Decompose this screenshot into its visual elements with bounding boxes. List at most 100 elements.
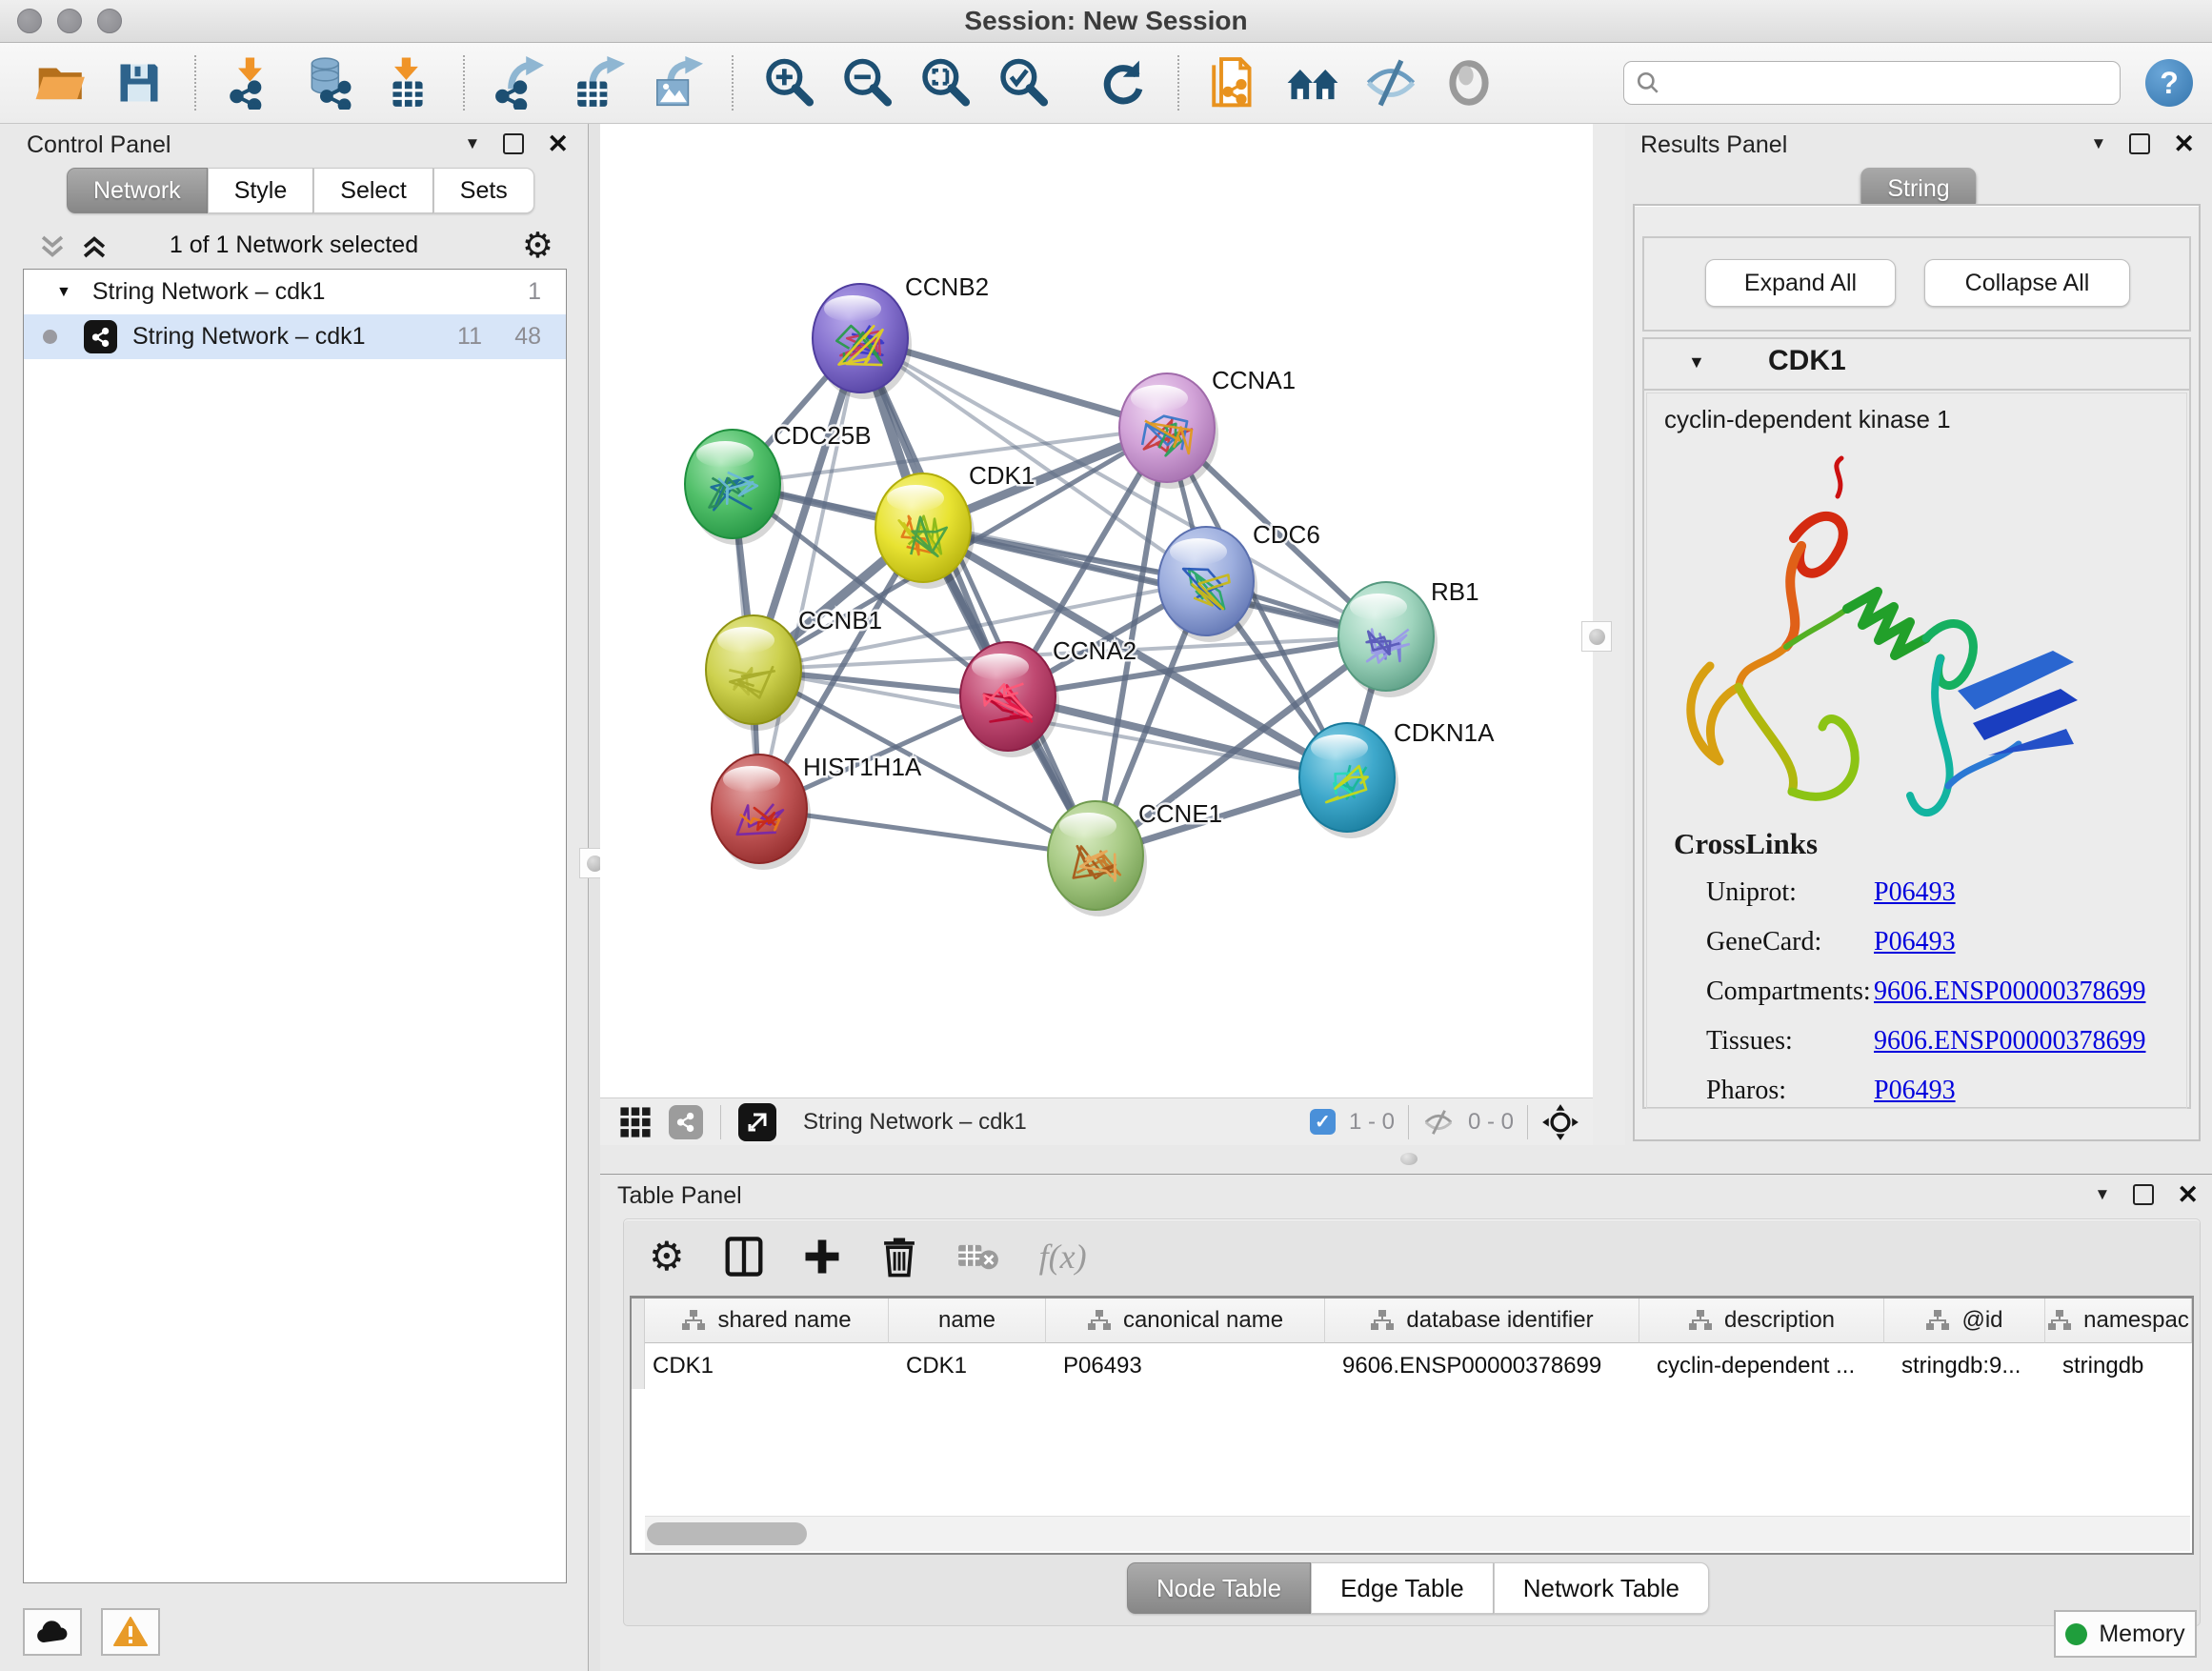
panel-close-icon[interactable]: ✕ [2177,1185,2199,1204]
refresh-view-button[interactable] [1096,55,1149,111]
splitter-grip[interactable] [1581,621,1612,652]
network-node-RB1[interactable] [1338,582,1438,697]
warning-status-button[interactable] [101,1608,160,1656]
tree-caret-icon[interactable]: ▼ [56,284,71,301]
zoom-out-button[interactable] [840,55,894,111]
tab-style[interactable]: Style [208,168,314,213]
table-cell[interactable]: stringdb [2045,1343,2192,1389]
network-node-CDKN1A[interactable] [1299,723,1398,838]
export-image-button[interactable] [650,55,703,111]
share-document-button[interactable] [1208,55,1261,111]
import-network-file-button[interactable] [225,55,278,111]
column-header[interactable]: shared name [645,1299,889,1343]
network-node-CDC25B[interactable] [685,430,784,545]
genecard-link[interactable]: P06493 [1874,924,1956,960]
network-node-CCNB1[interactable] [706,615,805,731]
fit-selected-crosshair-icon[interactable] [1541,1103,1579,1141]
delete-table-icon[interactable] [957,1240,999,1273]
function-builder-icon[interactable]: f(x) [1039,1237,1087,1277]
column-header[interactable]: name [889,1299,1046,1343]
node-label-RB1: RB1 [1431,577,1479,606]
import-network-icon [225,56,278,110]
import-table-button[interactable] [381,55,434,111]
table-cell[interactable]: stringdb:9... [1884,1343,2045,1389]
open-session-button[interactable] [34,55,88,111]
column-header[interactable]: @id [1884,1299,2045,1343]
section-caret-icon[interactable]: ▼ [1688,352,1705,372]
table-settings-gear-icon[interactable]: ⚙ [649,1239,685,1274]
show-all-button[interactable] [1442,55,1496,111]
panel-menu-icon[interactable]: ▼ [2095,1185,2111,1204]
zoom-selected-button[interactable] [996,55,1050,111]
column-header[interactable]: database identifier [1325,1299,1639,1343]
import-network-database-button[interactable] [303,55,356,111]
expand-all-button[interactable]: Expand All [1705,259,1896,307]
network-node-CCNE1[interactable] [1048,801,1147,916]
network-node-HIST1H1A[interactable] [712,755,811,870]
network-node-CCNA1[interactable] [1119,373,1218,489]
network-node-CDK1[interactable] [875,473,975,589]
panel-menu-icon[interactable]: ▼ [2091,134,2107,153]
save-session-button[interactable] [112,55,166,111]
tab-edge-table[interactable]: Edge Table [1311,1562,1494,1614]
hide-selected-button[interactable] [1364,55,1418,111]
column-header[interactable]: description [1639,1299,1884,1343]
splitter-grip[interactable] [1400,1153,1418,1165]
left-splitter[interactable] [589,124,600,1671]
network-node-CDC6[interactable] [1158,527,1257,642]
collapse-all-button[interactable]: Collapse All [1924,259,2130,307]
tab-network[interactable]: Network [67,168,208,213]
panel-float-icon[interactable] [503,133,524,154]
cloud-status-button[interactable] [23,1608,82,1656]
panel-float-icon[interactable] [2129,133,2150,154]
compartments-link[interactable]: 9606.ENSP00000378699 [1874,974,2145,1010]
horizontal-splitter[interactable] [600,1145,2212,1174]
export-network-button[interactable] [493,55,547,111]
help-button[interactable]: ? [2145,59,2193,107]
column-header[interactable]: namespac [2045,1299,2192,1343]
panel-close-icon[interactable]: ✕ [547,134,569,153]
pharos-link[interactable]: P06493 [1874,1073,1956,1109]
table-cell[interactable]: P06493 [1046,1343,1325,1389]
uniprot-link[interactable]: P06493 [1874,875,1956,911]
search-input[interactable] [1668,69,2108,97]
gene-section-header[interactable]: ▼ CDK1 [1644,339,2189,391]
network-collection-row[interactable]: ▼ String Network – cdk1 1 [24,270,566,314]
tab-select[interactable]: Select [313,168,432,213]
network-node-CCNB2[interactable] [813,284,912,399]
home-button[interactable] [1286,55,1339,111]
table-cell[interactable]: cyclin-dependent ... [1639,1343,1884,1389]
table-horizontal-scrollbar[interactable] [645,1516,2190,1551]
network-node-CCNA2[interactable] [960,642,1059,757]
houses-icon [1286,56,1339,110]
node-label-HIST1H1A: HIST1H1A [803,753,922,781]
panel-menu-icon[interactable]: ▼ [465,134,481,153]
panel-float-icon[interactable] [2133,1184,2154,1205]
add-column-icon[interactable] [803,1238,841,1276]
grid-view-icon[interactable] [619,1106,652,1138]
selected-checkbox-icon[interactable]: ✓ [1310,1109,1336,1135]
network-canvas[interactable]: CCNB2CCNA1CDC25BCDK1CDC6RB1CCNB1CCNA2CDK… [600,124,1593,1097]
zoom-in-button[interactable] [762,55,815,111]
memory-button[interactable]: Memory [2054,1610,2197,1658]
right-splitter[interactable] [1593,124,1627,1145]
panel-close-icon[interactable]: ✕ [2173,134,2195,153]
tab-sets[interactable]: Sets [433,168,534,213]
column-select-icon[interactable] [725,1237,763,1277]
network-row-selected[interactable]: String Network – cdk1 11 48 [24,314,566,359]
table-cell[interactable]: CDK1 [645,1343,889,1389]
table-cell[interactable]: CDK1 [889,1343,1046,1389]
scrollbar-thumb[interactable] [647,1522,807,1545]
zoom-fit-button[interactable] [918,55,972,111]
gear-icon[interactable]: ⚙ [522,229,553,263]
toolbar-search[interactable] [1623,61,2121,105]
table-cell[interactable]: 9606.ENSP00000378699 [1325,1343,1639,1389]
share-view-icon[interactable] [669,1105,703,1139]
export-table-button[interactable] [572,55,625,111]
column-header[interactable]: canonical name [1046,1299,1325,1343]
tab-network-table[interactable]: Network Table [1494,1562,1709,1614]
tissues-link[interactable]: 9606.ENSP00000378699 [1874,1023,2145,1059]
delete-column-icon[interactable] [881,1236,917,1278]
birdseye-view-icon[interactable] [738,1103,776,1141]
tab-node-table[interactable]: Node Table [1127,1562,1311,1614]
